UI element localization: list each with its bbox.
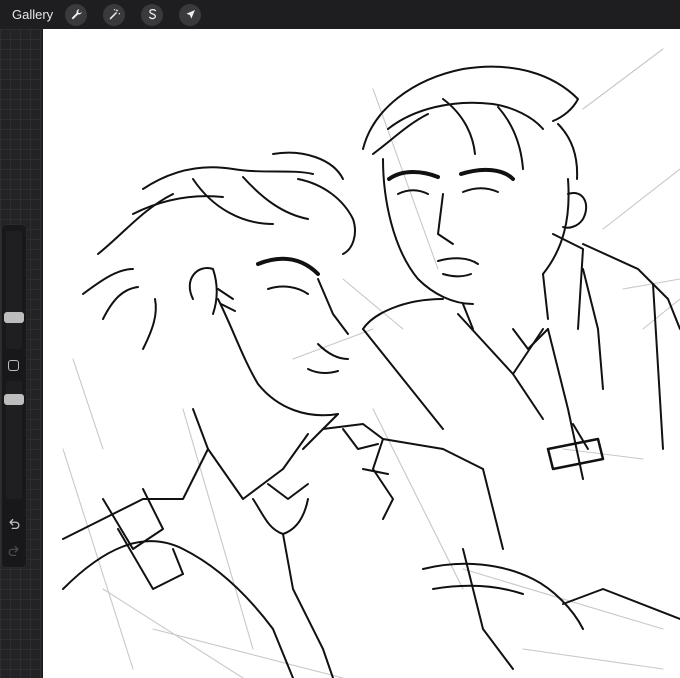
undo-icon[interactable] (7, 517, 21, 531)
sketch-guides (62, 48, 680, 678)
magic-wand-icon (109, 8, 120, 20)
left-panel (0, 29, 42, 678)
brush-size-thumb[interactable] (4, 312, 24, 323)
selection-s-icon (148, 8, 156, 20)
sidebar (2, 225, 26, 567)
transform-button[interactable] (179, 3, 202, 26)
brush-size-slider[interactable] (6, 231, 22, 349)
top-toolbar: Gallery (0, 0, 680, 29)
gallery-button[interactable]: Gallery (12, 7, 53, 22)
actions-button[interactable] (65, 3, 88, 26)
sketch-artwork (62, 48, 680, 678)
wrench-icon (71, 9, 82, 20)
ink-lines (62, 65, 680, 678)
selection-button[interactable] (141, 3, 164, 26)
drawing-canvas[interactable] (43, 29, 680, 678)
redo-icon[interactable] (7, 544, 21, 558)
arrow-cursor-icon (186, 10, 195, 19)
modify-button[interactable] (8, 360, 19, 371)
opacity-thumb[interactable] (4, 394, 24, 405)
adjustments-button[interactable] (103, 3, 126, 26)
